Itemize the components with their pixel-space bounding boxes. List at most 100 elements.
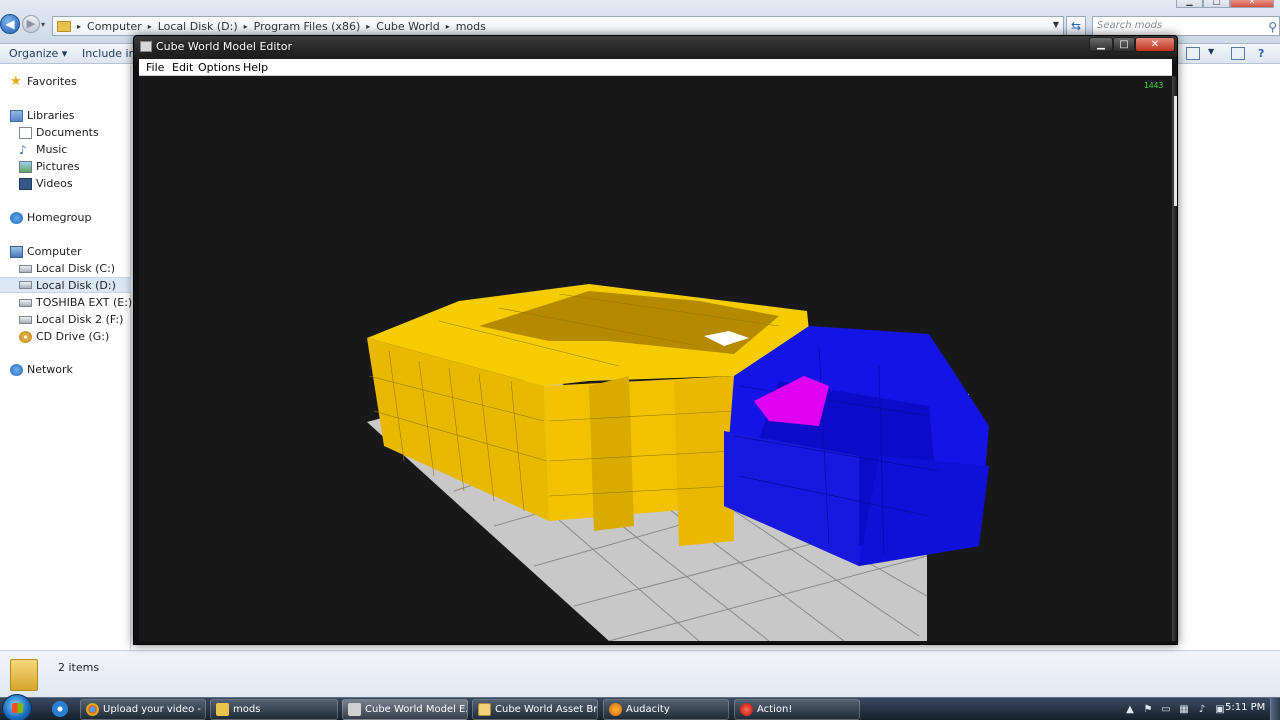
star-icon: ★: [10, 73, 22, 89]
task-action[interactable]: Action!: [734, 699, 860, 720]
menu-options[interactable]: Options: [198, 61, 240, 74]
folder-icon: [10, 659, 38, 691]
audacity-icon: [609, 703, 622, 716]
task-asset-browser[interactable]: Cube World Asset Br...: [472, 699, 598, 720]
task-upload-video[interactable]: Upload your video - ...: [80, 699, 206, 720]
editor-titlebar[interactable]: Cube World Model Editor ▁ □ ✕: [134, 36, 1177, 58]
chevron-right-icon: ▸: [77, 21, 82, 31]
start-button[interactable]: [2, 694, 32, 720]
nav-disk-e[interactable]: TOSHIBA EXT (E:): [19, 296, 132, 309]
pictures-icon: [19, 160, 32, 173]
display-icon[interactable]: ▭: [1160, 704, 1172, 716]
minimize-button[interactable]: ▁: [1176, 0, 1203, 8]
show-desktop-button[interactable]: [1270, 698, 1280, 720]
computer-icon: [10, 245, 23, 258]
navigation-pane: ★ Favorites Libraries Documents ♪ Music …: [0, 65, 132, 650]
nav-music[interactable]: ♪ Music: [19, 143, 67, 156]
nav-favorites[interactable]: ★ Favorites: [10, 73, 77, 89]
nav-libraries-label: Libraries: [27, 109, 75, 122]
refresh-button[interactable]: ⇆: [1066, 16, 1086, 36]
flag-icon[interactable]: ⚑: [1142, 704, 1154, 716]
chrome-icon: [86, 703, 99, 716]
volume-icon[interactable]: ♪: [1196, 704, 1208, 716]
music-icon: ♪: [19, 142, 27, 157]
cd-drive-icon: [19, 330, 32, 343]
back-button[interactable]: ◀: [0, 14, 20, 34]
videos-icon: [19, 177, 32, 190]
app-window-icon: [348, 703, 361, 716]
forward-button[interactable]: ▶: [22, 15, 40, 33]
nav-network[interactable]: Network: [10, 363, 73, 376]
breadcrumb-local-disk-d[interactable]: Local Disk (D:): [158, 20, 238, 33]
nav-disk-c[interactable]: Local Disk (C:): [19, 262, 115, 275]
3d-viewport[interactable]: 1443: [139, 76, 1172, 641]
network-icon[interactable]: ▦: [1178, 704, 1190, 716]
address-dropdown-icon[interactable]: ▼: [1053, 20, 1059, 29]
address-bar[interactable]: ▸ Computer ▸ Local Disk (D:) ▸ Program F…: [52, 16, 1064, 36]
menu-help[interactable]: Help: [243, 61, 268, 74]
clock[interactable]: 5:11 PM: [1225, 702, 1265, 713]
task-model-editor[interactable]: Cube World Model E...: [342, 699, 468, 720]
show-hidden-icons[interactable]: ▲: [1124, 704, 1136, 716]
task-label: Cube World Asset Br...: [495, 704, 598, 715]
maximize-button[interactable]: □: [1113, 37, 1135, 52]
app-icon: [140, 41, 152, 52]
nav-computer[interactable]: Computer: [10, 245, 82, 258]
recent-pages-dropdown[interactable]: ▾: [41, 20, 45, 29]
nav-favorites-label: Favorites: [27, 75, 77, 88]
record-icon: [740, 703, 753, 716]
breadcrumb-cube-world[interactable]: Cube World: [376, 20, 439, 33]
task-audacity[interactable]: Audacity: [603, 699, 729, 720]
status-bar: 2 items: [0, 650, 1280, 697]
nav-disk-g[interactable]: CD Drive (G:): [19, 330, 109, 343]
close-button[interactable]: ✕: [1135, 37, 1175, 52]
nav-pictures[interactable]: Pictures: [19, 160, 80, 173]
scrollbar-thumb[interactable]: [1174, 96, 1177, 206]
breadcrumb-mods[interactable]: mods: [456, 20, 486, 33]
nav-pictures-label: Pictures: [36, 160, 80, 173]
task-mods[interactable]: mods: [210, 699, 338, 720]
menu-file[interactable]: File: [146, 61, 164, 74]
model-editor-window: Cube World Model Editor ▁ □ ✕ File Edit …: [133, 35, 1178, 645]
chevron-right-icon: ▸: [445, 21, 450, 31]
nav-documents[interactable]: Documents: [19, 126, 99, 139]
documents-icon: [19, 126, 32, 139]
organize-button[interactable]: Organize ▾: [9, 47, 67, 60]
preview-pane-icon[interactable]: [1231, 47, 1245, 60]
view-options-icon[interactable]: [1186, 47, 1200, 60]
homegroup-icon: [10, 211, 23, 224]
nav-disk-c-label: Local Disk (C:): [36, 262, 116, 275]
nav-computer-label: Computer: [27, 245, 82, 258]
nav-disk-f[interactable]: Local Disk 2 (F:): [19, 313, 123, 326]
menu-edit[interactable]: Edit: [172, 61, 193, 74]
task-label: mods: [233, 704, 261, 715]
maximize-button[interactable]: □: [1203, 0, 1230, 8]
drive-icon: [19, 264, 32, 273]
editor-menubar: File Edit Options Help: [139, 59, 1172, 76]
close-button[interactable]: ✕: [1230, 0, 1274, 8]
search-input[interactable]: Search mods ⚲: [1092, 16, 1280, 36]
nav-disk-d[interactable]: Local Disk (D:): [0, 277, 131, 293]
breadcrumb-program-files[interactable]: Program Files (x86): [254, 20, 361, 33]
help-icon[interactable]: ?: [1258, 47, 1264, 60]
nav-disk-g-label: CD Drive (G:): [36, 330, 110, 343]
nav-disk-e-label: TOSHIBA EXT (E:): [36, 296, 133, 309]
drive-icon: [19, 281, 32, 289]
media-player-icon[interactable]: [52, 701, 68, 717]
chevron-down-icon[interactable]: ▼: [1208, 47, 1214, 56]
task-label: Audacity: [626, 704, 670, 715]
nav-homegroup[interactable]: Homegroup: [10, 211, 91, 224]
task-label: Cube World Model E...: [365, 704, 468, 715]
frame-counter: 1443: [1144, 81, 1164, 90]
nav-music-label: Music: [36, 143, 68, 156]
editor-title: Cube World Model Editor: [156, 40, 292, 53]
task-label: Action!: [757, 704, 793, 715]
nav-libraries[interactable]: Libraries: [10, 109, 75, 122]
nav-network-label: Network: [27, 363, 73, 376]
nav-videos[interactable]: Videos: [19, 177, 73, 190]
search-icon: ⚲: [1268, 20, 1277, 34]
task-label: Upload your video - ...: [103, 704, 206, 715]
nav-disk-d-label: Local Disk (D:): [36, 278, 116, 292]
breadcrumb-computer[interactable]: Computer: [87, 20, 142, 33]
minimize-button[interactable]: ▁: [1089, 37, 1113, 52]
